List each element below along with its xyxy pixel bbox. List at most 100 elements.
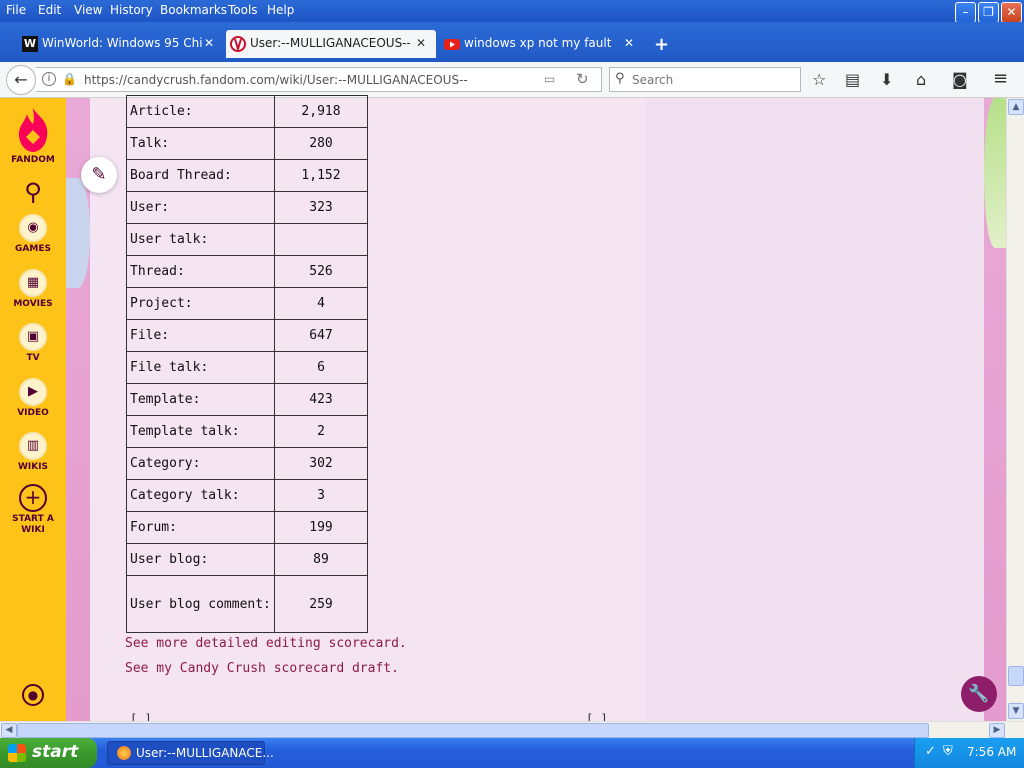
system-tray: ✓ ⛨ 7:56 AM <box>914 738 1024 768</box>
tv-icon: ▣ <box>19 323 47 351</box>
scroll-up-icon[interactable]: ▲ <box>1008 99 1024 115</box>
search-box[interactable]: ⚲ <box>609 67 801 92</box>
rail-movies[interactable]: ▦ MOVIES <box>0 269 66 310</box>
network-icon[interactable]: ✓ <box>925 744 936 759</box>
restore-button[interactable]: ❐ <box>978 2 999 23</box>
draft-link[interactable]: See my Candy Crush scorecard draft. <box>125 661 399 676</box>
movies-icon: ▦ <box>19 269 47 297</box>
menu-view[interactable]: View <box>74 3 102 17</box>
menu-tools[interactable]: Tools <box>228 3 258 17</box>
search-input[interactable] <box>632 71 792 88</box>
namespace-cell: File talk: <box>126 351 275 384</box>
minimize-button[interactable]: – <box>955 2 976 23</box>
tab-close-icon[interactable]: ✕ <box>624 36 634 50</box>
count-cell: 647 <box>274 319 368 352</box>
bookmark-star-icon[interactable]: ☆ <box>812 70 826 89</box>
rail-tv[interactable]: ▣ TV <box>0 323 66 364</box>
fandom-global-nav: FANDOM ⚲ ◉ GAMES ▦ MOVIES ▣ TV ▶ VIDEO ▥… <box>0 98 66 721</box>
table-row: User: 323 <box>126 191 368 224</box>
library-icon[interactable]: ▤ <box>845 70 860 89</box>
tab-youtube[interactable]: windows xp not my fault - Yo... ✕ <box>440 30 644 58</box>
namespace-edit-count-table: Article: 2,918 Talk: 280 Board Thread: 1,152 U… <box>126 95 368 633</box>
info-icon[interactable]: i <box>42 72 56 86</box>
new-tab-button[interactable]: + <box>654 34 669 55</box>
table-row: Template: 423 <box>126 383 368 416</box>
taskbar-item-firefox[interactable]: User:--MULLIGANACE... <box>107 741 274 765</box>
rail-games-label: GAMES <box>15 244 51 254</box>
menu-help[interactable]: Help <box>267 3 294 17</box>
namespace-cell: User blog comment: <box>126 575 275 633</box>
vertical-scrollbar[interactable]: ▲ ▼ <box>1006 98 1024 721</box>
count-cell: 1,152 <box>274 159 368 192</box>
tab-title: WinWorld: Windows 95 Chicago <box>42 36 202 50</box>
table-row: Talk: 280 <box>126 127 368 160</box>
rail-video[interactable]: ▶ VIDEO <box>0 378 66 419</box>
navigation-bar: i 🔒 https://candycrush.fandom.com/wiki/U… <box>0 62 1024 98</box>
count-cell: 4 <box>274 287 368 320</box>
menu-bookmarks[interactable]: Bookmarks <box>160 3 227 17</box>
count-cell: 526 <box>274 255 368 288</box>
url-text[interactable]: https://candycrush.fandom.com/wiki/User:… <box>84 73 468 87</box>
home-icon[interactable]: ⌂ <box>916 70 926 89</box>
right-rail <box>646 98 984 721</box>
games-icon: ◉ <box>19 214 47 242</box>
winworld-icon: W <box>22 36 38 52</box>
scrollbar-thumb[interactable] <box>1008 666 1024 686</box>
menu-file[interactable]: File <box>6 3 26 17</box>
count-cell: 3 <box>274 479 368 512</box>
hamburger-menu-icon[interactable]: ≡ <box>993 68 1008 89</box>
rail-user[interactable]: ● <box>0 684 66 706</box>
wrench-icon: 🔧 <box>968 684 990 704</box>
scroll-left-icon[interactable]: ◀ <box>1 723 17 738</box>
rail-start-wiki-label: START A WIKI <box>12 514 54 535</box>
menu-edit[interactable]: Edit <box>38 3 61 17</box>
scorecard-link[interactable]: See more detailed editing scorecard. <box>125 636 407 651</box>
scroll-down-icon[interactable]: ▼ <box>1008 703 1024 719</box>
edit-button[interactable]: ✎ <box>81 157 117 193</box>
rail-tv-label: TV <box>26 353 40 363</box>
url-bar[interactable]: i 🔒 https://candycrush.fandom.com/wiki/U… <box>36 67 602 92</box>
tab-close-icon[interactable]: ✕ <box>204 36 214 50</box>
rail-games[interactable]: ◉ GAMES <box>0 214 66 255</box>
security-shield-icon[interactable]: ⛨ <box>943 744 953 759</box>
horizontal-scrollbar[interactable]: ◀ ▶ <box>0 721 1024 738</box>
table-row: User blog comment: 259 <box>126 575 368 633</box>
tab-close-icon[interactable]: ✕ <box>416 36 426 50</box>
count-cell: 2 <box>274 415 368 448</box>
rail-search[interactable]: ⚲ <box>0 178 66 206</box>
namespace-cell: Forum: <box>126 511 275 544</box>
tab-winworld[interactable]: W WinWorld: Windows 95 Chicago ✕ <box>18 30 222 58</box>
count-cell: 302 <box>274 447 368 480</box>
table-row: Article: 2,918 <box>126 95 368 128</box>
namespace-cell: Project: <box>126 287 275 320</box>
wiki-tools-button[interactable]: 🔧 <box>961 676 997 712</box>
back-button[interactable]: ← <box>6 65 36 95</box>
reload-icon[interactable]: ↻ <box>576 70 589 88</box>
table-row: User blog: 89 <box>126 543 368 576</box>
namespace-cell: Board Thread: <box>126 159 275 192</box>
scroll-right-icon[interactable]: ▶ <box>989 723 1005 738</box>
rail-start-wiki[interactable]: + START A WIKI <box>0 484 66 536</box>
scrollbar-thumb[interactable] <box>17 723 929 738</box>
background-decoration <box>984 98 1006 248</box>
tab-fandom-user[interactable]: User:--MULLIGANACEOUS-- | ... ✕ <box>226 30 436 58</box>
table-row: Thread: 526 <box>126 255 368 288</box>
pocket-icon[interactable]: ◙ <box>952 70 968 89</box>
count-cell: 423 <box>274 383 368 416</box>
table-row: Board Thread: 1,152 <box>126 159 368 192</box>
search-icon: ⚲ <box>615 71 625 86</box>
start-button[interactable]: start <box>0 738 97 768</box>
rail-wikis[interactable]: ▥ WIKIS <box>0 432 66 473</box>
count-cell: 259 <box>274 575 368 633</box>
menu-history[interactable]: History <box>110 3 153 17</box>
close-window-button[interactable]: ✕ <box>1001 2 1022 23</box>
download-icon[interactable]: ⬇ <box>880 70 893 89</box>
start-label: start <box>32 742 79 762</box>
rail-wikis-label: WIKIS <box>17 462 49 472</box>
namespace-cell: Category talk: <box>126 479 275 512</box>
namespace-cell: Talk: <box>126 127 275 160</box>
table-row: Category talk: 3 <box>126 479 368 512</box>
fandom-logo[interactable]: FANDOM <box>0 106 66 166</box>
fandom-brand-label: FANDOM <box>11 155 55 165</box>
reader-view-icon[interactable]: ▭ <box>544 72 555 86</box>
